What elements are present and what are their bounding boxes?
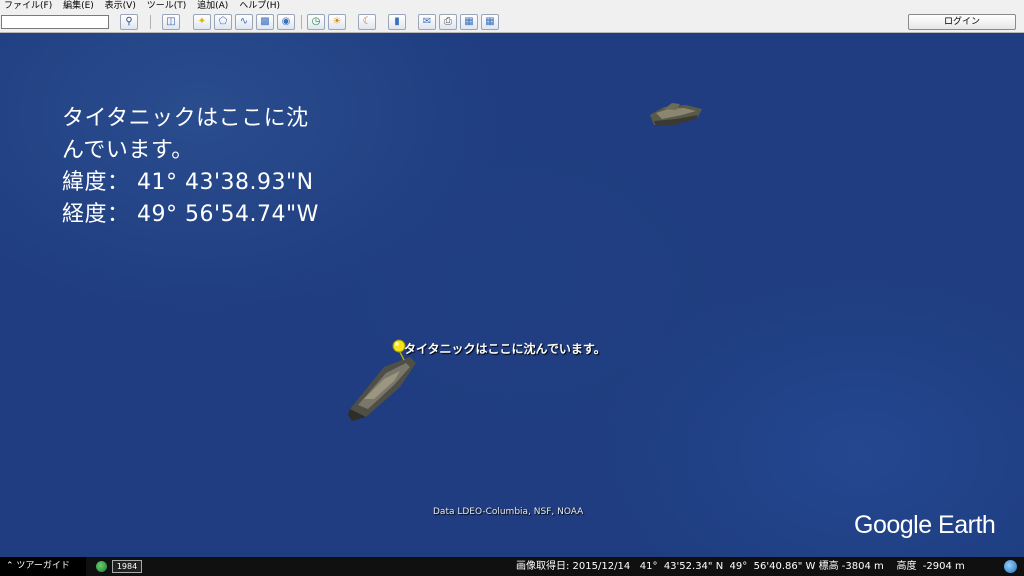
sunlight-icon: ☀: [332, 16, 342, 27]
sunlight-button[interactable]: ☀: [328, 14, 346, 30]
toolbar-divider: [150, 15, 151, 29]
status-bar: ⌃ ツアーガイド 1984 画像取得日: 2015/12/14 41° 43'5…: [0, 557, 1024, 576]
shipwreck-stern-model[interactable]: [646, 99, 706, 129]
cursor-latitude: 41° 43'52.34" N: [639, 561, 724, 572]
menu-view[interactable]: 表示(V): [101, 0, 140, 12]
planets-button[interactable]: ☾: [358, 14, 376, 30]
sidebar-icon: ◫: [166, 16, 176, 27]
record-tour-icon: ◉: [281, 16, 291, 27]
planet-icon: ☾: [362, 16, 372, 27]
email-icon: ✉: [422, 16, 432, 27]
save-image-button[interactable]: ▦: [460, 14, 478, 30]
ruler-button[interactable]: ▮: [388, 14, 406, 30]
menu-add[interactable]: 追加(A): [193, 0, 232, 12]
status-readout: 画像取得日: 2015/12/14 41° 43'52.34" N 49° 56…: [516, 557, 965, 576]
add-path-button[interactable]: ∿: [235, 14, 253, 30]
elevation-readout: 標高 -3804 m: [818, 561, 884, 572]
tour-guide-label: ツアーガイド: [16, 561, 70, 571]
imagery-year-badge[interactable]: 1984: [112, 560, 142, 573]
overlay-latitude: 緯度： 41° 43'38.93"N: [62, 170, 314, 195]
search-button[interactable]: ⚲: [120, 14, 138, 30]
menu-tools[interactable]: ツール(T): [143, 0, 191, 12]
earth-viewport[interactable]: タイタニックはここに沈 んでいます。 緯度： 41° 43'38.93"N 経度…: [0, 33, 1024, 557]
globe-status-icon: [1004, 560, 1017, 573]
toolbar-divider: [301, 15, 302, 29]
sidebar-toggle-button[interactable]: ◫: [162, 14, 180, 30]
record-tour-button[interactable]: ◉: [277, 14, 295, 30]
overlay-caption: タイタニックはここに沈 んでいます。 緯度： 41° 43'38.93"N 経度…: [62, 103, 362, 231]
view-in-maps-button[interactable]: ▦: [481, 14, 499, 30]
historical-imagery-button[interactable]: ◷: [307, 14, 325, 30]
add-overlay-button[interactable]: ▩: [256, 14, 274, 30]
menu-file[interactable]: ファイル(F): [0, 0, 56, 12]
image-overlay-icon: ▩: [260, 16, 270, 27]
overlay-line: タイタニックはここに沈: [62, 106, 309, 131]
menu-bar: ファイル(F) 編集(E) 表示(V) ツール(T) 追加(A) ヘルプ(H): [0, 0, 1024, 12]
maps-icon: ▦: [485, 16, 495, 27]
menu-edit[interactable]: 編集(E): [59, 0, 98, 12]
ruler-icon: ▮: [394, 16, 400, 27]
print-icon: ⎙: [444, 16, 452, 27]
search-input[interactable]: [1, 15, 109, 29]
save-image-icon: ▦: [464, 16, 474, 27]
search-icon: ⚲: [125, 16, 133, 27]
chevron-up-icon: ⌃: [6, 561, 17, 571]
toolbar: ⚲ ◫ ✦ ⬠ ∿ ▩ ◉ ◷ ☀ ☾ ▮ ✉ ⎙ ▦ ▦ ログイン: [0, 12, 1024, 33]
google-earth-logo: Google Earth: [854, 511, 996, 539]
clock-globe-icon: ◷: [311, 16, 321, 27]
email-button[interactable]: ✉: [418, 14, 436, 30]
historical-imagery-icon[interactable]: [96, 561, 107, 572]
print-button[interactable]: ⎙: [439, 14, 457, 30]
add-polygon-button[interactable]: ⬠: [214, 14, 232, 30]
pushpin-icon: ✦: [197, 16, 207, 27]
imagery-date: 画像取得日: 2015/12/14: [516, 561, 631, 572]
path-icon: ∿: [239, 16, 249, 27]
data-attribution: Data LDEO-Columbia, NSF, NOAA: [433, 507, 584, 517]
login-button[interactable]: ログイン: [908, 14, 1016, 30]
menu-help[interactable]: ヘルプ(H): [235, 0, 284, 12]
placemark-label[interactable]: タイタニックはここに沈んでいます。: [404, 340, 606, 357]
add-placemark-button[interactable]: ✦: [193, 14, 211, 30]
altitude-readout: 高度 -2904 m: [896, 561, 965, 572]
overlay-longitude: 経度： 49° 56'54.74"W: [62, 202, 319, 227]
tour-guide-button[interactable]: ⌃ ツアーガイド: [0, 557, 86, 576]
polygon-icon: ⬠: [218, 16, 228, 27]
cursor-longitude: 49° 56'40.86" W: [729, 561, 816, 572]
overlay-line: んでいます。: [62, 138, 194, 163]
